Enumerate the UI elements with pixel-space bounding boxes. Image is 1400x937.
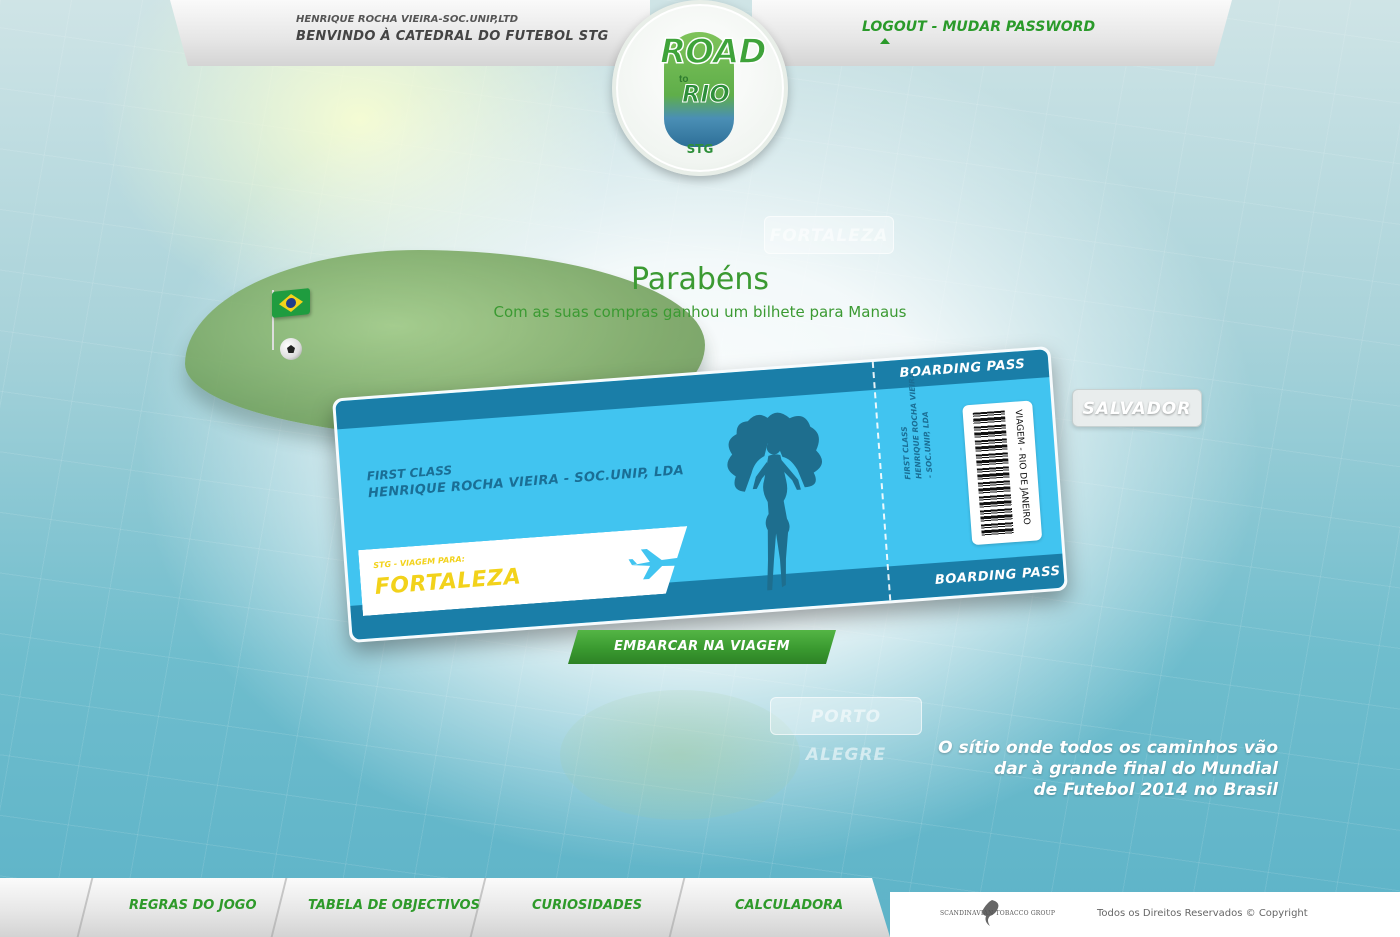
copyright-text: Todos os Direitos Reservados © Copyright xyxy=(1097,908,1308,919)
tagline-line-1: O sítio onde todos os caminhos vão xyxy=(938,738,1278,758)
barcode-icon xyxy=(972,410,1014,537)
tagline-line-3: de Futebol 2014 no Brasil xyxy=(1033,780,1278,800)
nav-rules[interactable]: REGRAS DO JOGO xyxy=(129,898,257,913)
logo-brand: STG xyxy=(686,142,714,156)
ticket-body: BOARDING PASS BOARDING PASS FIRST CLASS … xyxy=(335,349,1065,640)
user-name: HENRIQUE ROCHA VIEIRA-SOC.UNIP,LTD xyxy=(296,14,519,25)
samba-dancer-icon xyxy=(727,412,822,591)
nav-curiosities[interactable]: CURIOSIDADES xyxy=(532,898,642,913)
board-trip-button[interactable]: EMBARCAR NA VIAGEM xyxy=(568,630,836,664)
barcode-destination: VIAGEM - RIO DE JANEIRO xyxy=(1012,409,1032,526)
logo-word-rio: RIO xyxy=(682,80,731,109)
road-to-rio-logo[interactable]: ROAD to RIO STG xyxy=(612,0,788,176)
nav-objectives-table[interactable]: TABELA DE OBJECTIVOS xyxy=(308,898,480,913)
page-subtitle: Com as suas compras ganhou um bilhete pa… xyxy=(493,303,907,321)
link-separator: - xyxy=(931,19,938,35)
page-title: Parabéns xyxy=(631,262,769,297)
barcode-card: VIAGEM - RIO DE JANEIRO xyxy=(962,400,1043,546)
change-password-link[interactable]: MUDAR PASSWORD xyxy=(942,19,1095,35)
logo-word-road: ROAD xyxy=(659,31,767,73)
ticket-perforation xyxy=(871,361,892,601)
soccer-ball-icon xyxy=(280,338,302,360)
tagline: O sítio onde todos os caminhos vão dar à… xyxy=(938,738,1278,801)
sponsor-name: SCANDINAVIAN TOBACCO GROUP xyxy=(940,910,1056,917)
city-tag-porto-alegre[interactable]: PORTO ALEGRE xyxy=(770,697,922,765)
map-landmass-south xyxy=(560,690,800,820)
boarding-pass-ticket: BOARDING PASS BOARDING PASS FIRST CLASS … xyxy=(331,345,1069,644)
city-tag-fortaleza[interactable]: FORTALEZA xyxy=(764,216,894,254)
airplane-icon xyxy=(628,549,686,580)
tagline-line-2: dar à grande final do Mundial xyxy=(994,759,1278,779)
nav-calculator[interactable]: CALCULADORA xyxy=(735,898,843,913)
city-tag-salvador[interactable]: SALVADOR xyxy=(1072,389,1202,427)
welcome-message: BENVINDO À CATEDRAL DO FUTEBOL STG xyxy=(296,29,609,44)
logout-link[interactable]: LOGOUT xyxy=(862,19,927,35)
account-links: LOGOUT - MUDAR PASSWORD xyxy=(862,19,1095,35)
active-caret-icon xyxy=(880,38,890,44)
